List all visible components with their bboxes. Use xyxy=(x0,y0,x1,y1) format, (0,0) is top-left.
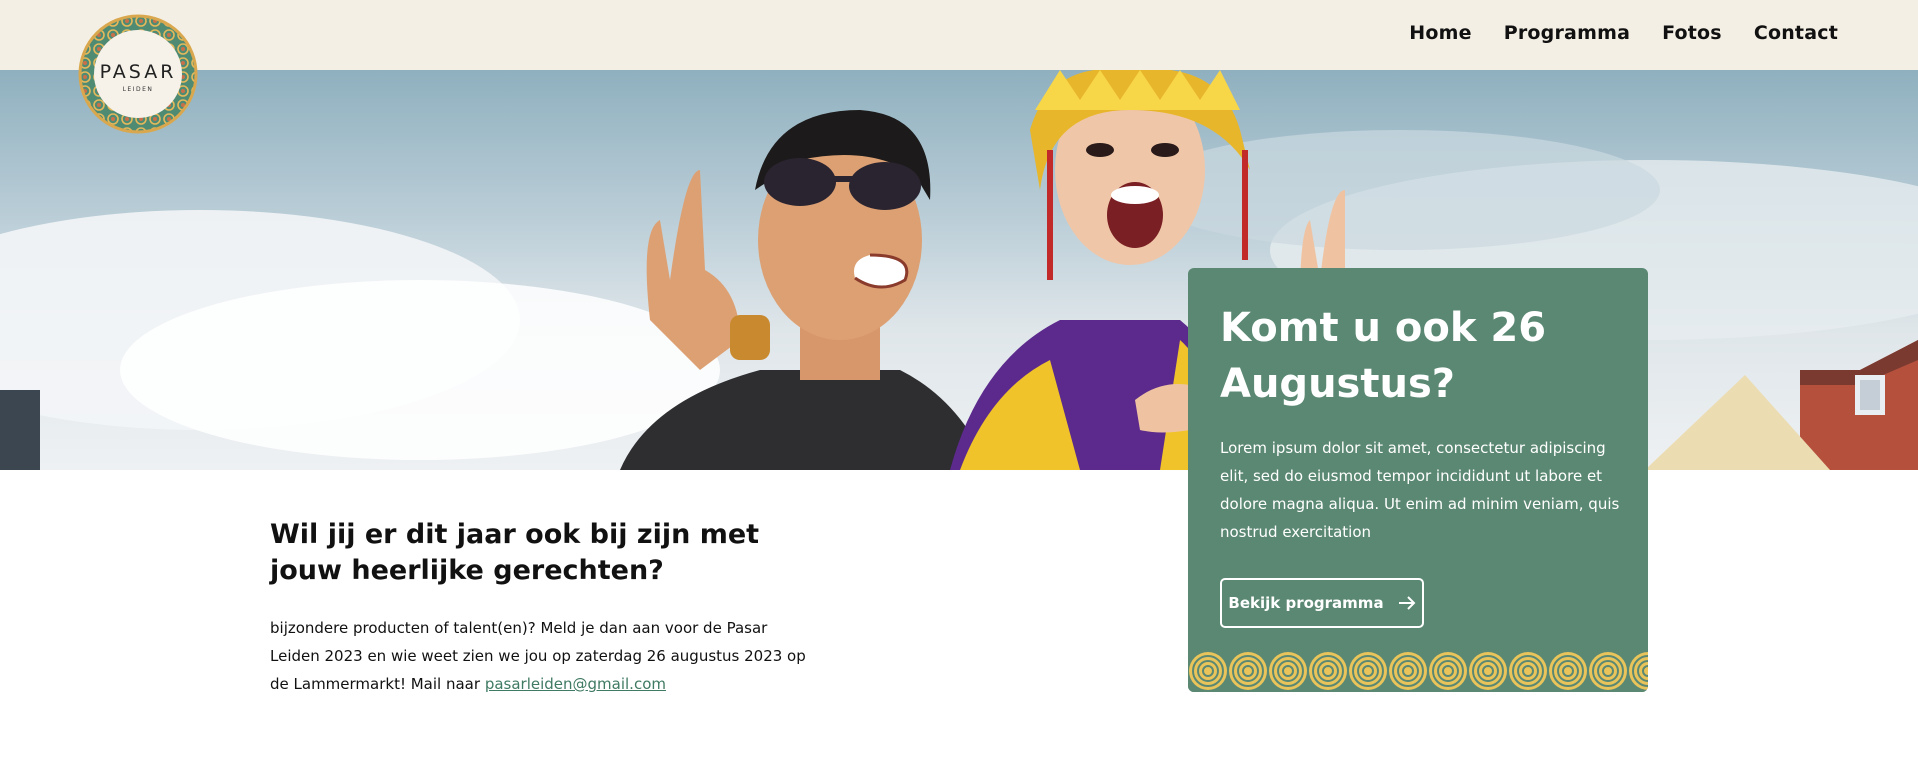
card-text: Lorem ipsum dolor sit amet, consectetur … xyxy=(1220,439,1620,541)
email-link[interactable]: pasarleiden@gmail.com xyxy=(485,675,666,693)
nav-home[interactable]: Home xyxy=(1409,22,1471,44)
event-card: Komt u ook 26 Augustus? Lorem ipsum dolo… xyxy=(1188,268,1648,692)
nav-contact[interactable]: Contact xyxy=(1754,22,1838,44)
arrow-right-icon xyxy=(1398,596,1415,610)
button-label: Bekijk programma xyxy=(1228,594,1384,612)
pasar-leiden-logo-icon: PASAR LEIDEN xyxy=(78,14,198,134)
batik-pattern-icon xyxy=(1188,650,1648,692)
logo-name: PASAR xyxy=(100,61,177,83)
bekijk-programma-button[interactable]: Bekijk programma xyxy=(1220,578,1424,628)
main-nav: Home Programma Fotos Contact xyxy=(1409,22,1838,44)
site-logo[interactable]: PASAR LEIDEN xyxy=(78,14,198,134)
site-header: Home Programma Fotos Contact xyxy=(0,0,1918,70)
intro-text: bijzondere producten of talent(en)? Meld… xyxy=(270,614,810,698)
logo-sub: LEIDEN xyxy=(123,86,154,93)
nav-fotos[interactable]: Fotos xyxy=(1662,22,1722,44)
nav-programma[interactable]: Programma xyxy=(1504,22,1630,44)
intro-title: Wil jij er dit jaar ook bij zijn met jou… xyxy=(270,519,760,586)
card-title: Komt u ook 26 Augustus? xyxy=(1220,305,1547,407)
